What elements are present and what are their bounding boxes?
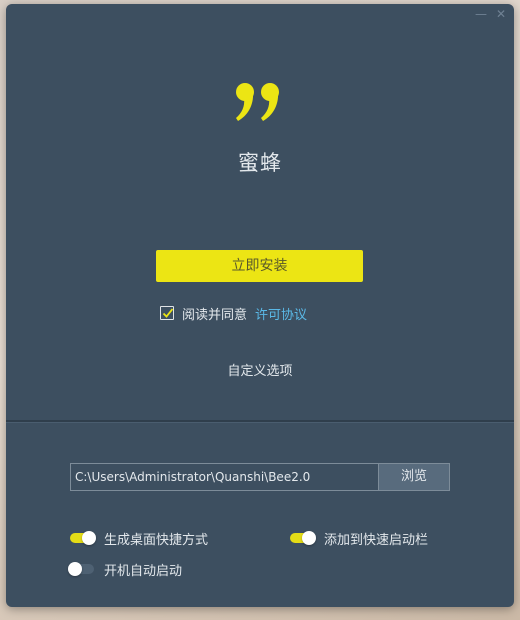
install-path-row: 浏览 [70,463,450,491]
toggle-knob [82,531,96,545]
install-now-button[interactable]: 立即安装 [156,250,363,282]
toggle-knob [68,562,82,576]
checkmark-icon [162,308,174,318]
agreement-row: 阅读并同意 许可协议 [160,304,307,323]
license-agreement-link[interactable]: 许可协议 [255,304,307,323]
browse-button[interactable]: 浏览 [378,463,450,491]
install-path-input[interactable] [70,463,378,491]
desktop-shortcut-option: 生成桌面快捷方式 [70,529,209,548]
app-name: 蜜蜂 [238,151,282,175]
quick-launch-toggle[interactable] [290,531,316,545]
minimize-button[interactable]: — [474,7,488,21]
installer-window: — ✕ 蜜蜂 立即安装 阅读并同意 许可协议 自定义选项 浏览 [6,4,514,607]
desktop-shortcut-toggle[interactable] [70,531,96,545]
section-divider [6,420,514,423]
window-controls: — ✕ [474,7,508,21]
auto-start-option: 开机自动启动 [68,560,183,579]
quick-launch-option: 添加到快速启动栏 [290,529,429,548]
close-button[interactable]: ✕ [494,7,508,21]
auto-start-label: 开机自动启动 [104,563,183,579]
quick-launch-label: 添加到快速启动栏 [324,532,429,548]
desktop-shortcut-label: 生成桌面快捷方式 [104,532,209,548]
custom-options-toggle[interactable]: 自定义选项 [6,360,514,379]
quote-marks-icon [235,80,283,124]
agree-checkbox[interactable] [160,306,174,320]
agree-label: 阅读并同意 [182,307,248,323]
auto-start-toggle[interactable] [68,562,94,576]
toggle-knob [302,531,316,545]
